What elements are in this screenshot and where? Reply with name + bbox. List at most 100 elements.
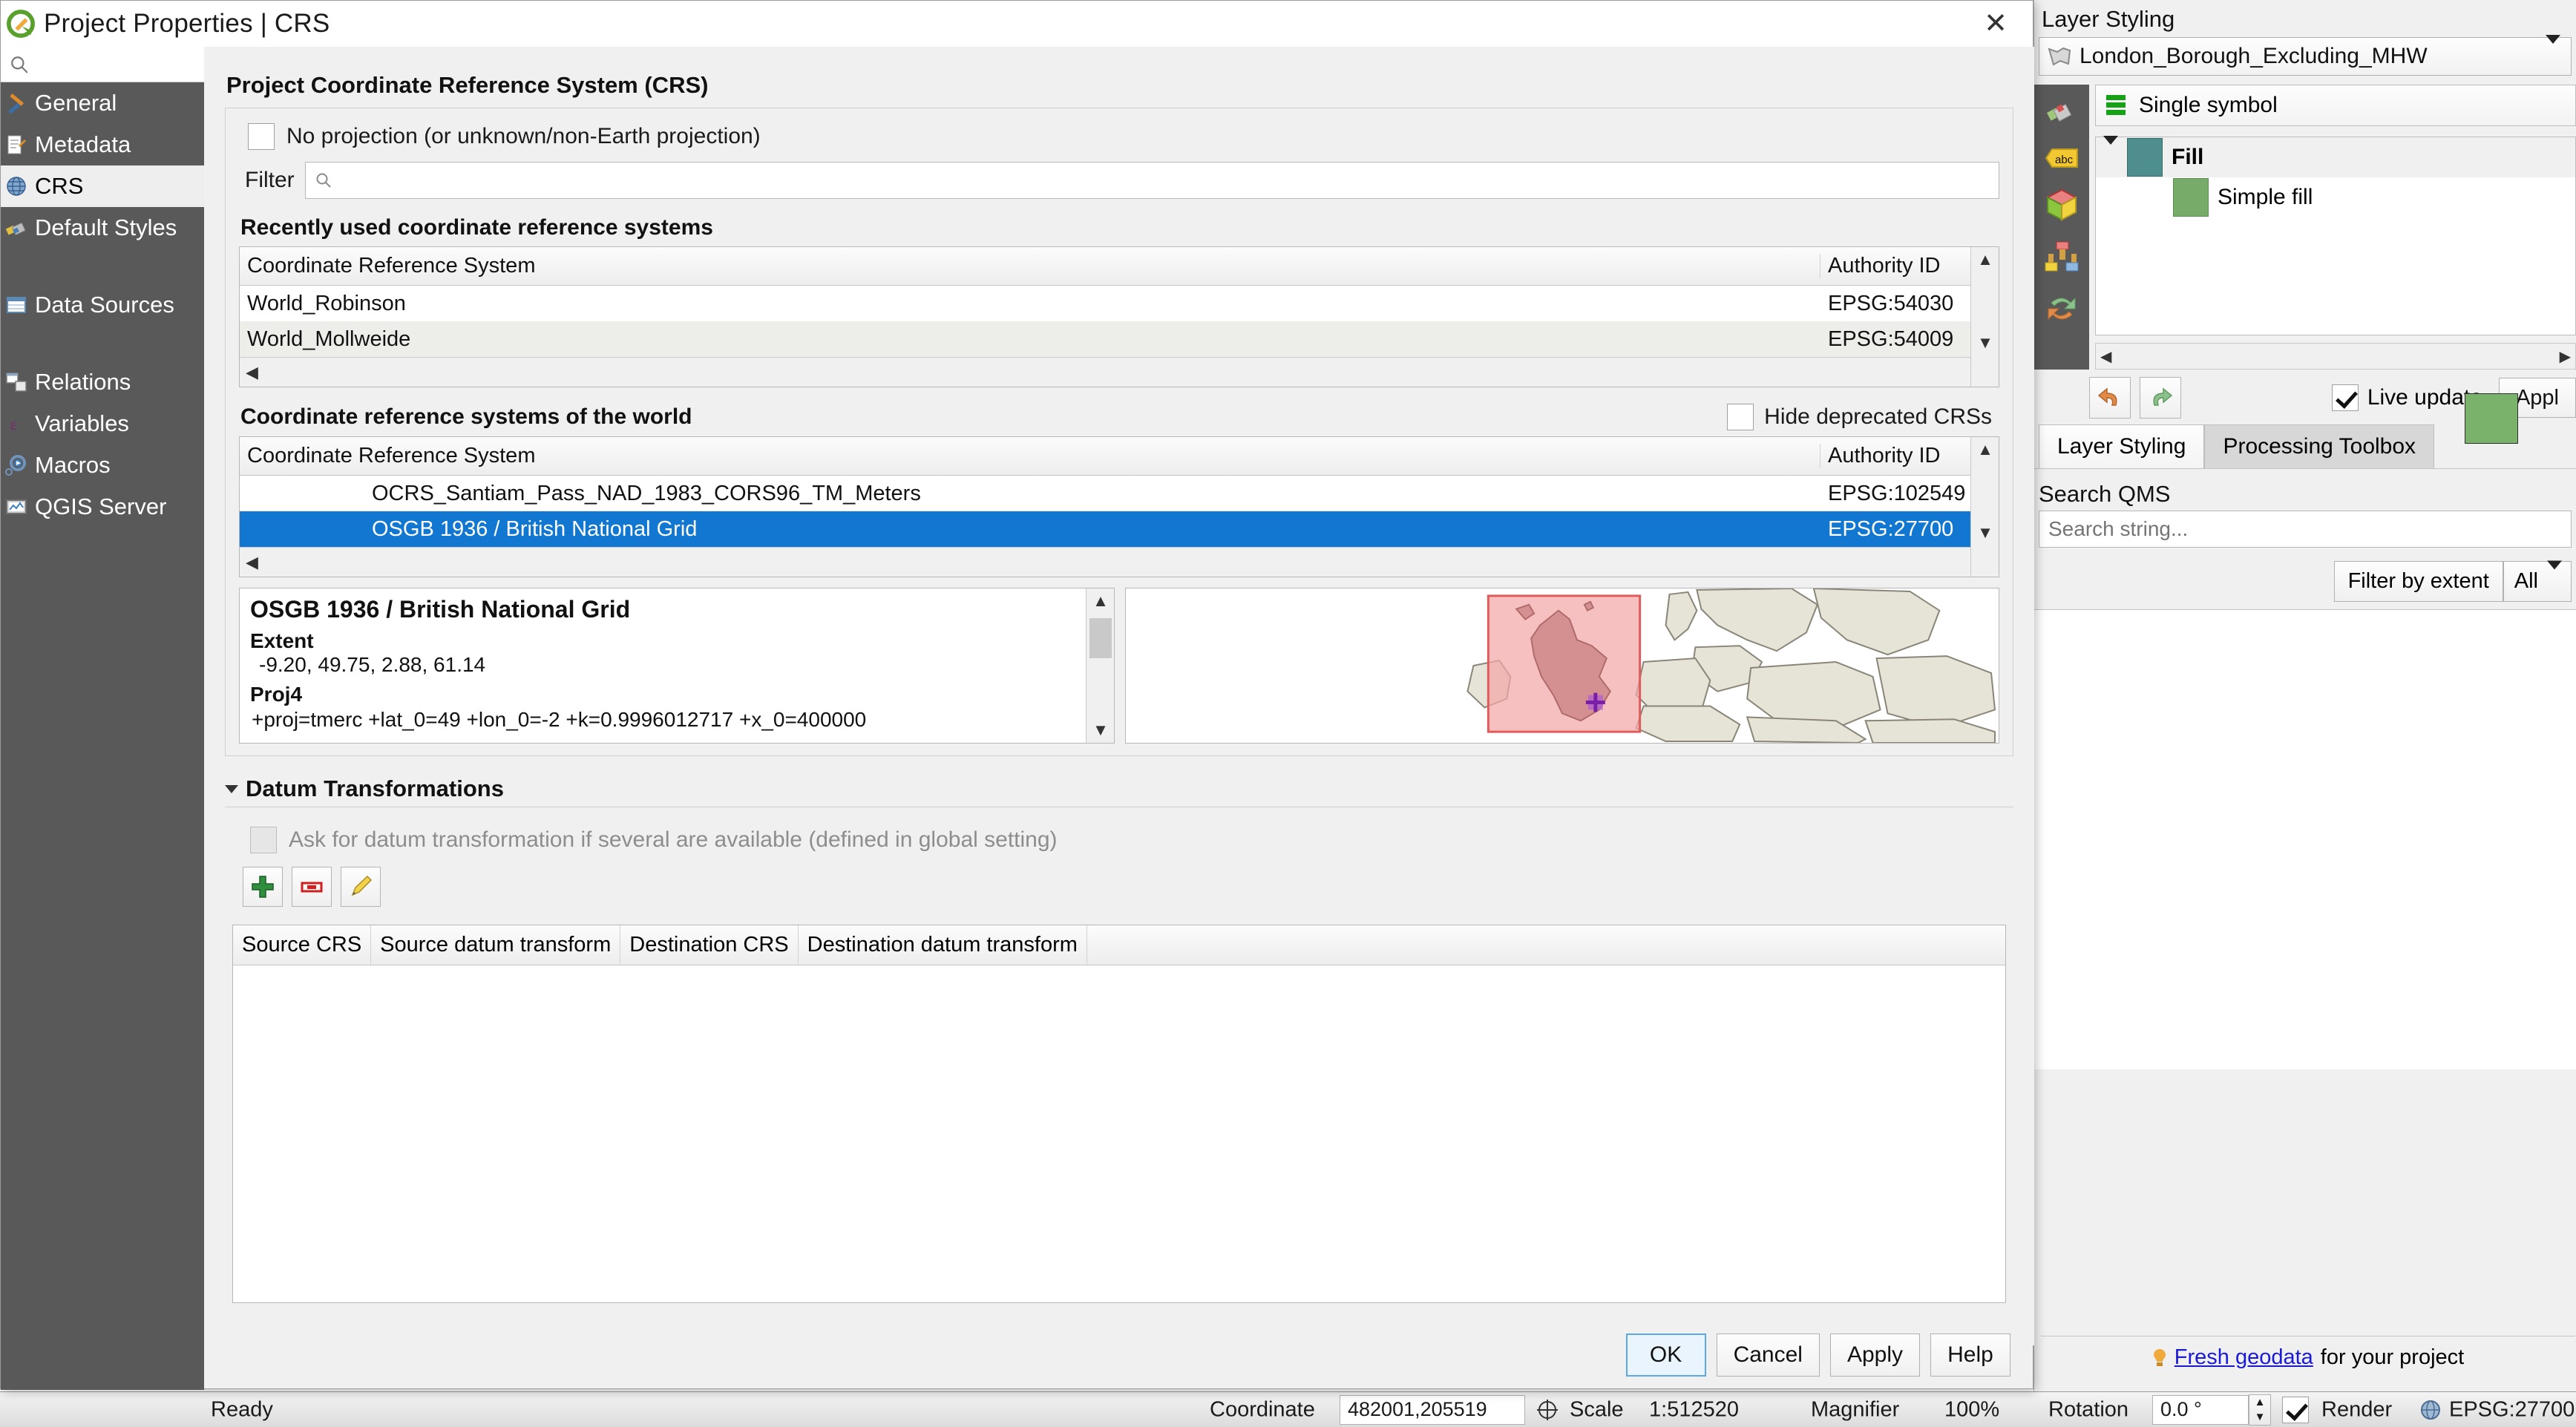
search-icon [316,173,331,188]
dialog-sidebar: General Metadata CRS Default Styles Data… [1,47,204,1390]
table-row[interactable]: World_Robinson EPSG:54030 [240,286,1999,321]
crs-filter-input[interactable] [339,168,1999,193]
column-header-crs[interactable]: Coordinate Reference System [240,444,1820,468]
column-header-destination-crs[interactable]: Destination CRS [620,925,799,965]
rotation-value[interactable]: 0.0 ° [2152,1394,2249,1425]
no-projection-checkbox[interactable] [248,123,275,150]
magnifier-value[interactable]: 100% [1944,1397,1999,1422]
ok-button[interactable]: OK [1625,1333,1706,1377]
ask-datum-transform-checkbox[interactable] [250,827,277,853]
sidebar-label-relations: Relations [35,369,131,395]
status-ready-label: Ready [211,1397,273,1421]
add-datum-transform-button[interactable] [243,867,283,907]
world-table-hscrollbar[interactable]: ◀ ▶ [240,547,1999,577]
sidebar-item-data-sources[interactable]: Data Sources [1,284,204,326]
recent-table-hscrollbar[interactable]: ◀ ▶ [240,357,1999,387]
layer-selector-combo[interactable]: London_Borough_Excluding_MHW [2039,35,2572,76]
redo-button[interactable] [2140,377,2181,419]
scroll-down-arrow-icon[interactable]: ▼ [1087,718,1114,743]
tree-label-fill: Fill [2172,145,2204,169]
multiple-brushes-icon[interactable] [2044,240,2080,273]
detail-vscrollbar[interactable]: ▲ ▼ [1086,588,1114,743]
filter-by-extent-button[interactable]: Filter by extent [2333,561,2503,602]
tab-layer-styling[interactable]: Layer Styling [2039,424,2205,468]
tree-row-simple-fill[interactable]: Simple fill [2096,177,2575,217]
render-checkbox[interactable] [2282,1396,2309,1423]
sidebar-label-default-styles: Default Styles [35,214,177,240]
scroll-left-arrow-icon[interactable]: ◀ [246,553,258,572]
scroll-up-arrow-icon[interactable]: ▲ [1971,247,1999,272]
scroll-left-arrow-icon[interactable]: ◀ [2100,347,2111,366]
close-icon[interactable]: ✕ [1978,10,2013,38]
crosshair-icon[interactable] [1536,1399,1559,1421]
column-header-source-crs[interactable]: Source CRS [233,925,372,965]
world-table-vscrollbar[interactable]: ▲ ▼ [1970,437,1999,577]
scroll-thumb[interactable] [1089,618,1112,658]
coordinate-value[interactable]: 482001,205519 [1340,1394,1525,1425]
sidebar-search[interactable] [1,47,204,82]
sidebar-item-metadata[interactable]: Metadata [1,124,204,165]
expand-triangle-icon[interactable] [2103,136,2118,170]
symbol-layer-tree: Fill Simple fill [2095,136,2576,335]
live-update-checkbox[interactable] [2331,384,2359,411]
column-header-crs[interactable]: Coordinate Reference System [240,254,1820,278]
scale-value[interactable]: 1:512520 [1649,1397,1739,1422]
sidebar-item-relations[interactable]: Relations [1,361,204,403]
undo-redo-icon[interactable] [2044,292,2080,324]
sidebar-item-crs[interactable]: CRS [1,165,204,207]
table-row[interactable]: OSGB 1936 / British National Grid EPSG:2… [240,511,1999,547]
table-row[interactable]: World_Mollweide EPSG:54009 [240,321,1999,357]
scale-label: Scale [1570,1397,1624,1421]
3d-cube-icon[interactable] [2045,188,2079,221]
crs-filter-field[interactable] [304,162,1999,199]
simple-fill-color-swatch [2173,178,2209,217]
crs-page: Project Coordinate Reference System (CRS… [204,47,2034,1345]
world-table-header: Coordinate Reference System Authority ID [240,437,1999,476]
hide-deprecated-checkbox[interactable] [1727,404,1754,430]
column-header-destination-transform[interactable]: Destination datum transform [799,925,1087,965]
abc-label-icon[interactable]: abc [2045,147,2079,169]
stepper-up-icon[interactable]: ▲ [2255,1396,2266,1408]
remove-datum-transform-button[interactable] [292,867,332,907]
qms-filter-select[interactable]: All [2503,560,2572,602]
scroll-down-arrow-icon[interactable]: ▼ [1971,520,1999,545]
project-crs-value[interactable]: EPSG:27700 [2449,1397,2575,1422]
tree-row-fill[interactable]: Fill [2096,136,2575,177]
column-header-source-transform[interactable]: Source datum transform [371,925,621,965]
styling-horizontal-scrollbar[interactable]: ◀ ▶ [2095,343,2576,370]
undo-button[interactable] [2089,377,2131,419]
datum-transformations-header[interactable]: Datum Transformations [225,775,2013,802]
globe-icon [2421,1400,2440,1420]
svg-text:ε: ε [10,415,17,433]
table-icon [7,297,26,313]
table-row[interactable]: OCRS_Santiam_Pass_NAD_1983_CORS96_TM_Met… [240,476,1999,511]
qms-search-input[interactable] [2047,516,2571,542]
scroll-down-arrow-icon[interactable]: ▼ [1971,330,1999,355]
apply-button[interactable]: Apply [1829,1333,1920,1377]
sidebar-item-macros[interactable]: Macros [1,444,204,486]
sidebar-item-general[interactable]: General [1,82,204,124]
collapse-triangle-icon[interactable] [225,784,238,793]
edit-datum-transform-button[interactable] [341,867,381,907]
scroll-up-arrow-icon[interactable]: ▲ [1971,437,1999,462]
sidebar-item-default-styles[interactable]: Default Styles [1,207,204,249]
scroll-right-arrow-icon[interactable]: ▶ [2560,347,2571,366]
tab-processing-toolbox[interactable]: Processing Toolbox [2204,424,2435,468]
fresh-geodata-suffix: for your project [2320,1345,2465,1369]
sidebar-item-variables[interactable]: ε Variables [1,403,204,444]
fresh-geodata-link[interactable]: Fresh geodata [2174,1345,2313,1370]
recent-table-vscrollbar[interactable]: ▲ ▼ [1970,247,1999,387]
qms-search-field[interactable] [2039,511,2572,548]
renderer-selector[interactable]: Single symbol [2095,85,2576,126]
scroll-left-arrow-icon[interactable]: ◀ [246,363,258,382]
scroll-up-arrow-icon[interactable]: ▲ [1087,588,1114,614]
stepper-down-icon[interactable]: ▼ [2255,1411,2266,1423]
sidebar-item-qgis-server[interactable]: QGIS Server [1,486,204,528]
cancel-button[interactable]: Cancel [1716,1333,1820,1377]
paintbrush-icon[interactable] [2045,98,2078,128]
help-button[interactable]: Help [1930,1333,2010,1377]
coordinate-label: Coordinate [1210,1397,1315,1421]
sidebar-search-input[interactable] [29,52,177,76]
crs-detail-panel: OSGB 1936 / British National Grid Extent… [239,588,1115,744]
rotation-stepper[interactable]: ▲ ▼ [2249,1394,2271,1426]
